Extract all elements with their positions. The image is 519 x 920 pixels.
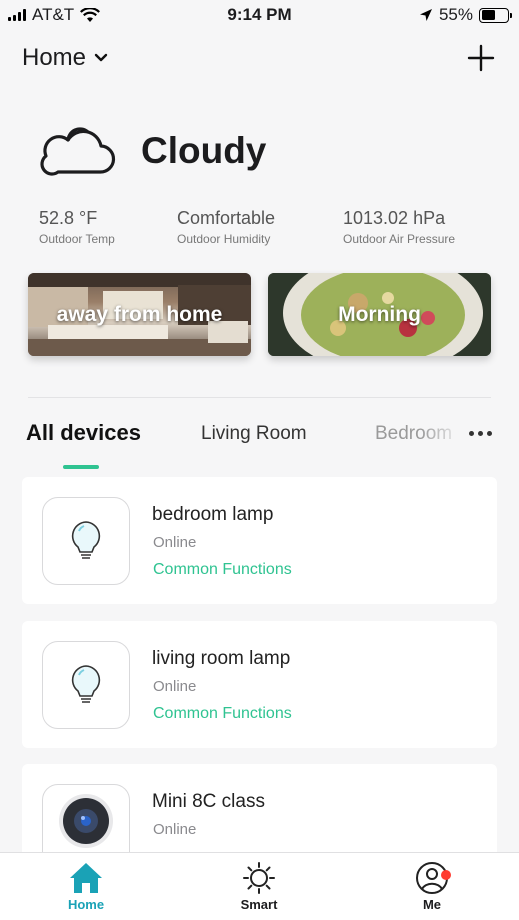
scene-label: Morning (338, 302, 421, 326)
status-bar: AT&T 9:14 PM 55% (0, 0, 519, 30)
common-functions-link[interactable]: Common Functions (153, 561, 292, 579)
stat-label: Outdoor Temp (39, 232, 115, 246)
more-options-button[interactable] (469, 431, 492, 436)
battery-icon (479, 7, 512, 23)
bottom-tab-bar: Home Smart Me (0, 852, 519, 920)
stat-value: 52.8 °F (39, 208, 98, 228)
outdoor-temp-stat: 52.8 °F Outdoor Temp (39, 208, 115, 246)
device-name: Mini 8C class (152, 791, 265, 812)
tab-all-devices[interactable]: All devices (26, 420, 141, 446)
location-arrow-icon (419, 9, 432, 21)
device-status: Online (153, 534, 197, 551)
device-thumbnail (42, 497, 130, 585)
camera-icon (59, 794, 113, 848)
battery-fill (481, 10, 496, 20)
chevron-down-icon (94, 53, 108, 62)
battery-percent: 55% (438, 5, 473, 24)
sun-icon (243, 862, 275, 894)
device-card-living-room-lamp[interactable]: living room lamp Online Common Functions (22, 621, 497, 748)
scene-label: away from home (56, 302, 223, 326)
weather-condition: Cloudy (141, 130, 267, 171)
tab-me[interactable]: Me (382, 861, 482, 912)
outdoor-humidity-stat: Comfortable Outdoor Humidity (177, 208, 275, 246)
light-bulb-icon (71, 665, 101, 703)
device-status: Online (153, 678, 197, 695)
home-selector[interactable]: Home (22, 44, 108, 72)
tab-label: Me (422, 897, 442, 912)
cloud-icon (40, 127, 116, 176)
stat-value: Comfortable (177, 208, 276, 228)
outdoor-pressure-stat: 1013.02 hPa Outdoor Air Pressure (343, 208, 455, 246)
device-status: Online (153, 821, 197, 838)
home-title: Home (22, 44, 87, 71)
active-tab-indicator (63, 465, 99, 469)
tab-home[interactable]: Home (36, 861, 136, 912)
device-card-bedroom-lamp[interactable]: bedroom lamp Online Common Functions (22, 477, 497, 604)
common-functions-link[interactable]: Common Functions (153, 705, 292, 723)
stat-label: Outdoor Air Pressure (343, 232, 456, 246)
tab-label: Home (67, 897, 105, 912)
tab-smart[interactable]: Smart (209, 861, 309, 912)
device-thumbnail (42, 641, 130, 729)
add-icon[interactable] (467, 44, 495, 72)
more-dot (478, 431, 483, 436)
scene-away-from-home[interactable]: away from home (28, 273, 251, 356)
tab-living-room[interactable]: Living Room (201, 423, 307, 445)
scene-morning[interactable]: Morning (268, 273, 491, 356)
stat-label: Outdoor Humidity (177, 232, 271, 246)
device-name: bedroom lamp (152, 504, 274, 525)
notification-badge (441, 870, 451, 880)
more-dot (487, 431, 492, 436)
tab-label: Smart (240, 897, 278, 912)
section-divider (28, 397, 491, 398)
room-tabs: All devices Living Room Bedroom (0, 419, 519, 469)
light-bulb-icon (71, 521, 101, 559)
stat-value: 1013.02 hPa (343, 208, 446, 228)
home-icon (70, 863, 102, 893)
device-name: living room lamp (152, 648, 291, 669)
status-right: 55% (419, 5, 512, 25)
more-dot (469, 431, 474, 436)
tab-fade (420, 419, 465, 451)
